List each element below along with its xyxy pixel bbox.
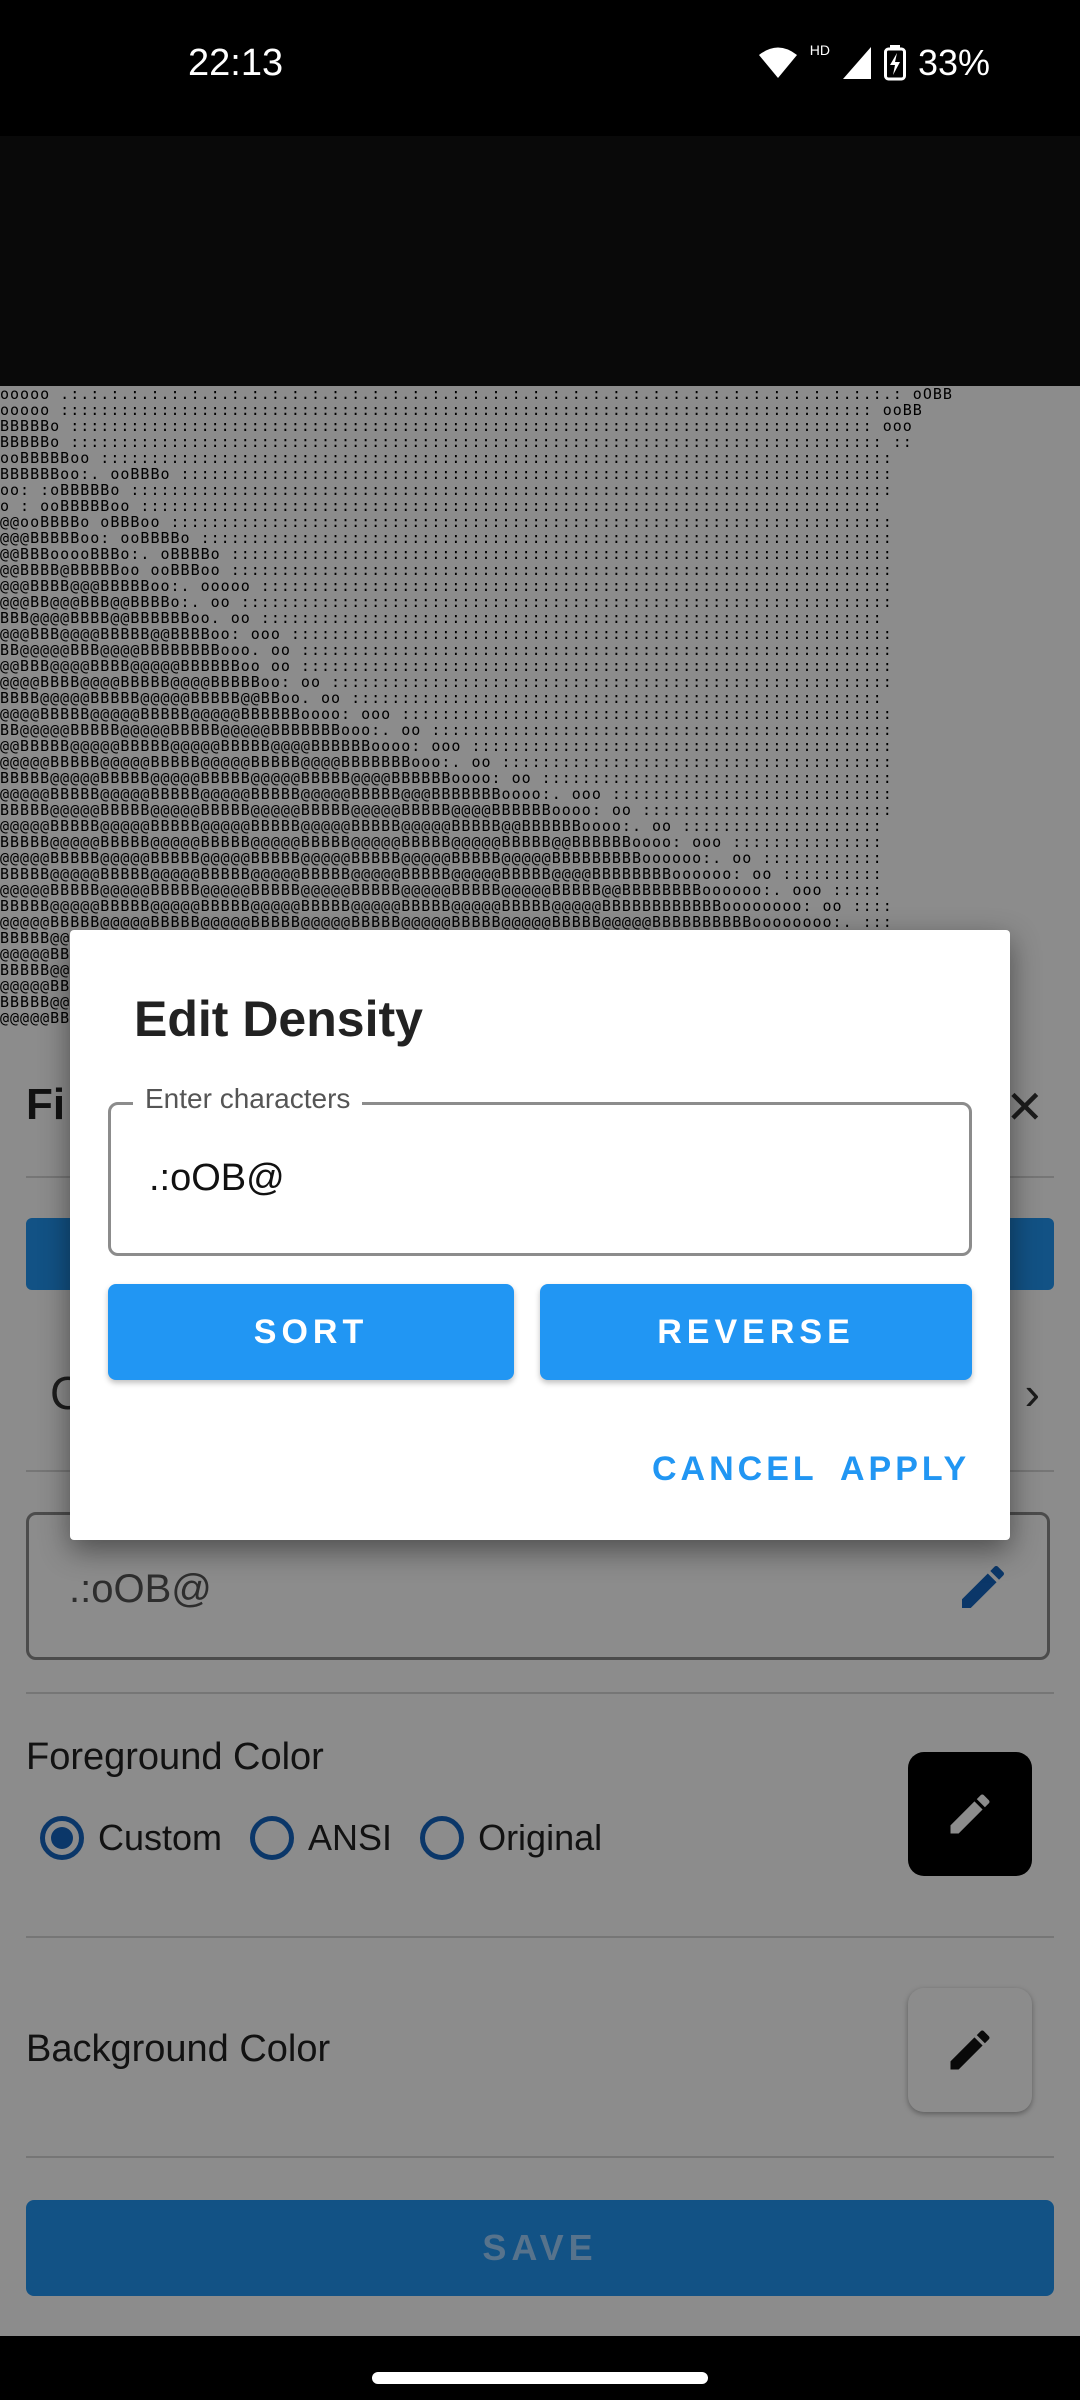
status-time: 22:13	[188, 42, 284, 84]
cellular-signal-icon	[842, 47, 871, 79]
network-type-badge: HD	[809, 42, 830, 58]
home-gesture-handle[interactable]	[372, 2372, 708, 2384]
navigation-bar	[0, 2336, 1080, 2400]
characters-input[interactable]: Enter characters .:oOB@	[108, 1083, 972, 1256]
edit-density-dialog: Edit Density Enter characters .:oOB@ SOR…	[70, 930, 1010, 1540]
characters-input-value[interactable]: .:oOB@	[149, 1157, 285, 1200]
status-bar: 22:13 HD 33%	[0, 0, 1080, 136]
wifi-icon	[758, 47, 797, 78]
dialog-title: Edit Density	[134, 991, 423, 1047]
apply-button[interactable]: APPLY	[840, 1450, 970, 1489]
battery-charging-icon	[883, 45, 906, 81]
battery-percent: 33%	[917, 42, 990, 83]
sort-button[interactable]: SORT	[108, 1284, 514, 1380]
reverse-button[interactable]: REVERSE	[540, 1284, 972, 1380]
cancel-button[interactable]: CANCEL	[652, 1450, 818, 1489]
characters-input-label: Enter characters	[133, 1083, 363, 1115]
status-icons: HD 33%	[758, 42, 990, 84]
